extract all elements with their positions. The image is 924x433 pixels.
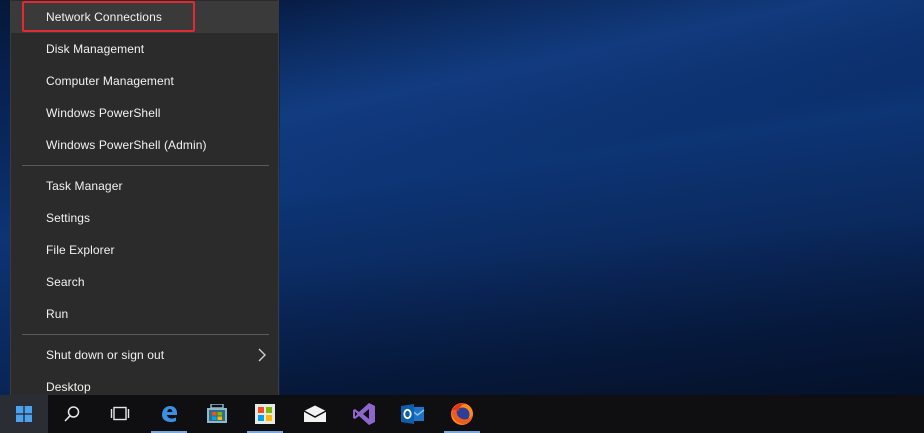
menu-item-label: Run xyxy=(46,307,69,321)
desktop-wallpaper xyxy=(280,0,924,395)
windows-start-icon xyxy=(16,406,32,422)
menu-item-network-connections[interactable]: Network Connections xyxy=(11,1,278,33)
menu-separator xyxy=(22,165,269,166)
mail-icon xyxy=(303,405,327,422)
menu-item-label: Settings xyxy=(46,211,91,225)
menu-item-run[interactable]: Run xyxy=(11,298,278,330)
menu-item-computer-management[interactable]: Computer Management xyxy=(11,65,278,97)
search-icon xyxy=(64,406,80,422)
visual-studio-button[interactable] xyxy=(340,395,388,433)
menu-item-label: Windows PowerShell xyxy=(46,106,161,120)
menu-item-file-explorer[interactable]: File Explorer xyxy=(11,234,278,266)
menu-item-shut-down-or-sign-out[interactable]: Shut down or sign out xyxy=(11,339,278,371)
winx-context-menu: Network Connections Disk Management Comp… xyxy=(10,0,279,411)
desktop: Network Connections Disk Management Comp… xyxy=(0,0,924,433)
menu-item-label: Desktop xyxy=(46,380,91,394)
firefox-button[interactable] xyxy=(438,395,486,433)
task-view-button[interactable] xyxy=(96,395,144,433)
menu-item-windows-powershell-admin[interactable]: Windows PowerShell (Admin) xyxy=(11,129,278,161)
menu-item-label: Search xyxy=(46,275,85,289)
firefox-icon xyxy=(451,403,473,425)
outlook-button[interactable] xyxy=(389,395,437,433)
store-icon xyxy=(207,404,227,423)
search-button[interactable] xyxy=(48,395,96,433)
menu-item-search[interactable]: Search xyxy=(11,266,278,298)
menu-item-label: Network Connections xyxy=(46,10,162,24)
store-button[interactable] xyxy=(193,395,241,433)
menu-item-settings[interactable]: Settings xyxy=(11,202,278,234)
menu-item-label: Windows PowerShell (Admin) xyxy=(46,138,207,152)
menu-item-label: Shut down or sign out xyxy=(46,348,165,362)
menu-separator xyxy=(22,334,269,335)
edge-button[interactable] xyxy=(145,395,193,433)
apps-button[interactable] xyxy=(241,395,289,433)
edge-icon xyxy=(162,406,177,423)
menu-item-disk-management[interactable]: Disk Management xyxy=(11,33,278,65)
apps-icon xyxy=(255,404,275,424)
outlook-icon xyxy=(401,404,425,424)
taskbar xyxy=(0,395,924,433)
mail-button[interactable] xyxy=(291,395,339,433)
task-view-icon xyxy=(110,406,130,421)
menu-item-label: File Explorer xyxy=(46,243,115,257)
menu-item-label: Task Manager xyxy=(46,179,123,193)
chevron-right-icon xyxy=(258,348,266,362)
start-button[interactable] xyxy=(0,395,48,433)
menu-item-label: Computer Management xyxy=(46,74,174,88)
menu-item-label: Disk Management xyxy=(46,42,145,56)
menu-item-task-manager[interactable]: Task Manager xyxy=(11,170,278,202)
visual-studio-icon xyxy=(353,403,375,425)
menu-item-windows-powershell[interactable]: Windows PowerShell xyxy=(11,97,278,129)
